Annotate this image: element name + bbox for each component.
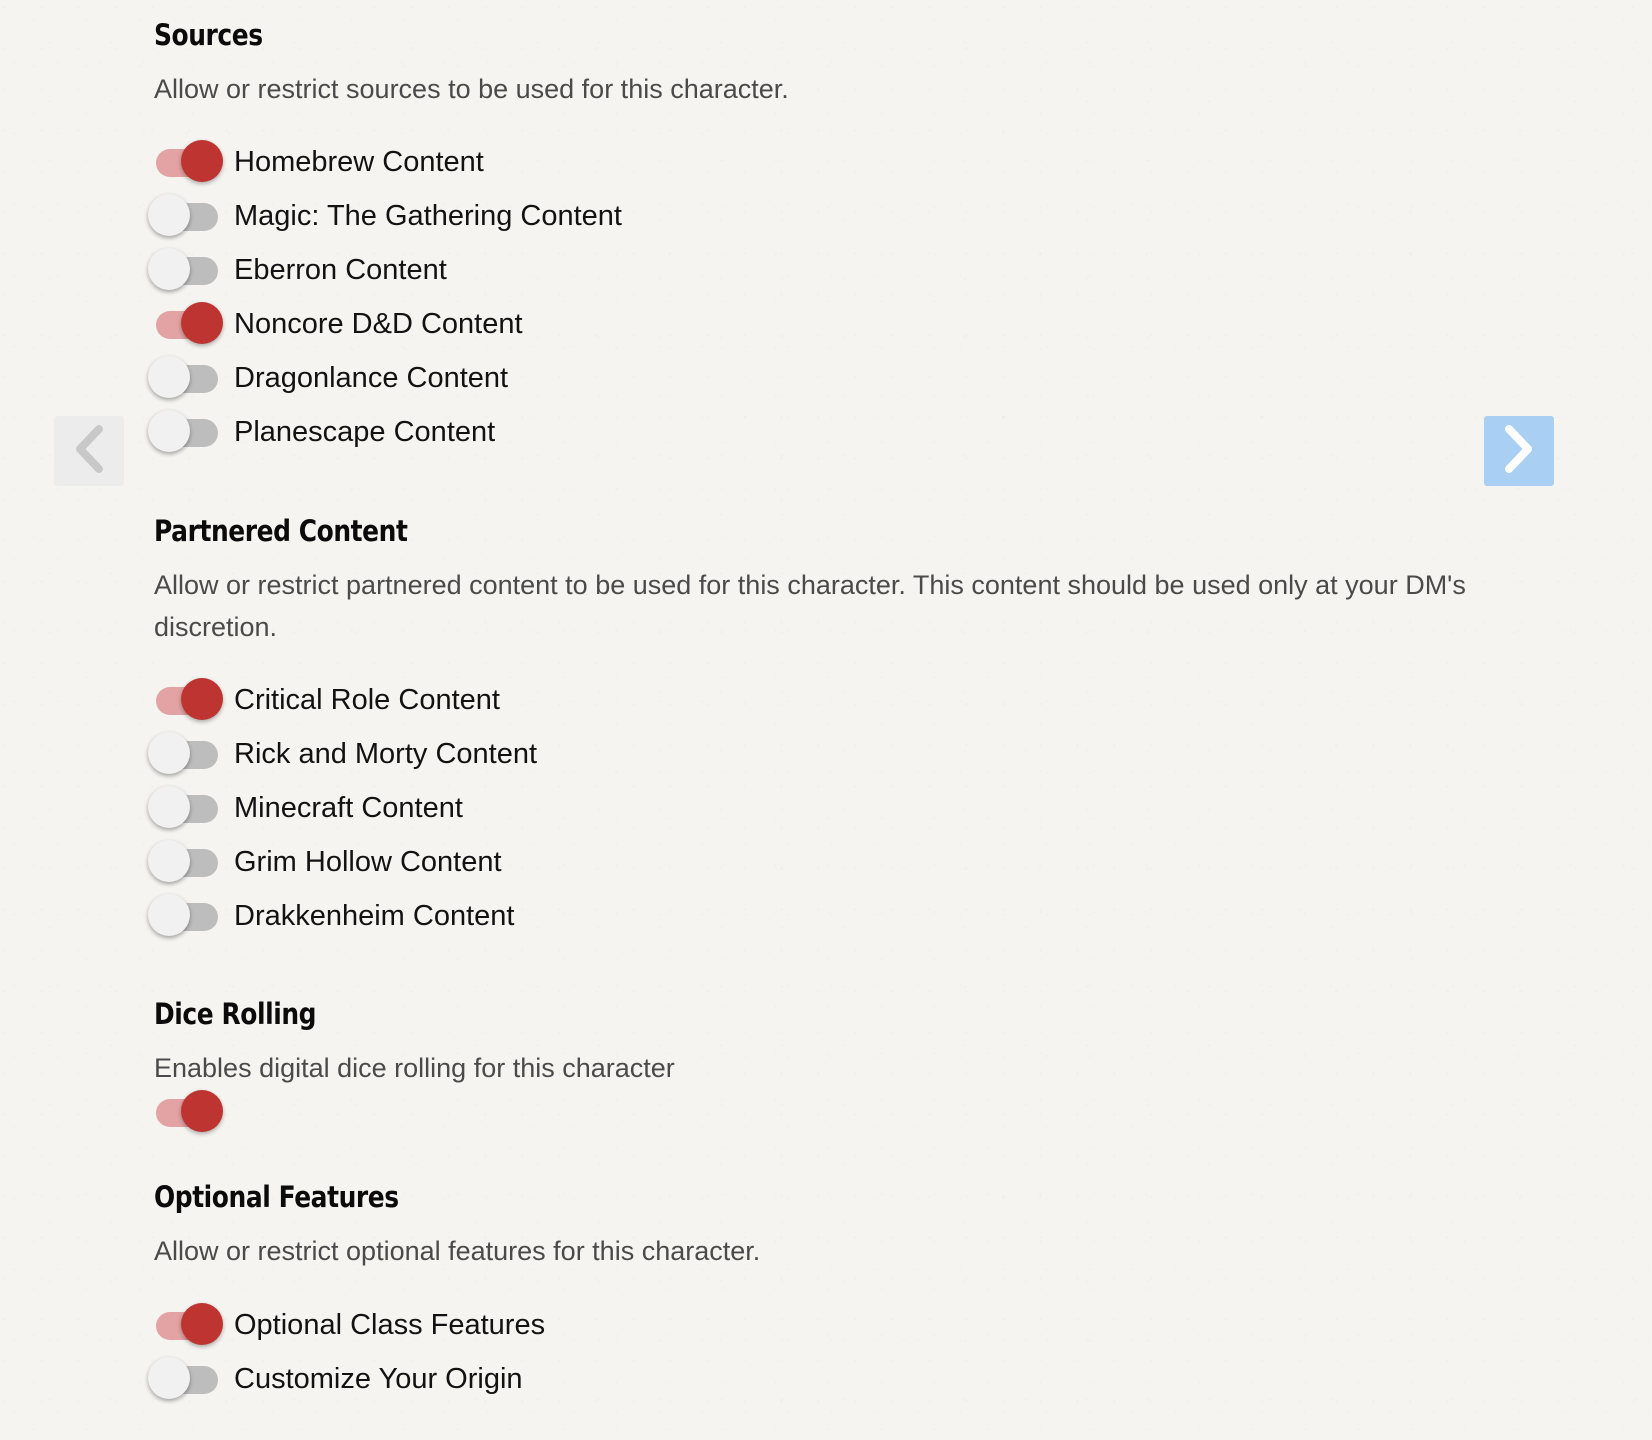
toggle-switch[interactable] <box>148 1356 220 1402</box>
toggle-label: Dragonlance Content <box>234 361 509 394</box>
toggle-row-critical-role[interactable]: Critical Role Content <box>154 675 500 725</box>
toggle-switch[interactable] <box>148 193 220 239</box>
toggle-label: Grim Hollow Content <box>234 845 502 878</box>
dice-rolling-title: Dice Rolling <box>154 997 317 1031</box>
toggle-row-minecraft[interactable]: Minecraft Content <box>148 783 463 833</box>
toggle-switch[interactable] <box>148 409 220 455</box>
toggle-row-homebrew[interactable]: Homebrew Content <box>154 137 484 187</box>
toggle-switch[interactable] <box>154 1302 223 1348</box>
optional-features-title: Optional Features <box>154 1180 399 1214</box>
toggle-row-drakkenheim[interactable]: Drakkenheim Content <box>148 891 515 941</box>
toggle-label: Homebrew Content <box>234 145 484 178</box>
toggle-row-planescape[interactable]: Planescape Content <box>148 407 496 457</box>
chevron-left-icon <box>72 424 106 479</box>
toggle-label: Noncore D&D Content <box>234 307 523 340</box>
toggle-switch[interactable] <box>154 677 223 723</box>
toggle-row-rick-morty[interactable]: Rick and Morty Content <box>148 729 538 779</box>
toggle-switch[interactable] <box>148 893 220 939</box>
toggle-switch[interactable] <box>154 301 223 347</box>
previous-page-button[interactable] <box>54 416 124 486</box>
toggle-label: Planescape Content <box>234 415 496 448</box>
sources-description: Allow or restrict sources to be used for… <box>154 74 789 104</box>
toggle-switch[interactable] <box>148 785 220 831</box>
toggle-label: Minecraft Content <box>234 791 463 824</box>
next-page-button[interactable] <box>1484 416 1554 486</box>
toggle-row-eberron[interactable]: Eberron Content <box>148 245 447 295</box>
toggle-switch[interactable] <box>154 139 223 185</box>
toggle-row-customize-origin[interactable]: Customize Your Origin <box>148 1354 523 1404</box>
partnered-description: Allow or restrict partnered content to b… <box>154 570 1466 642</box>
sources-title: Sources <box>154 18 263 52</box>
toggle-row-magic[interactable]: Magic: The Gathering Content <box>148 191 622 241</box>
toggle-label: Rick and Morty Content <box>234 737 538 770</box>
toggle-label: Customize Your Origin <box>234 1362 523 1395</box>
toggle-switch[interactable] <box>148 247 220 293</box>
toggle-switch[interactable] <box>148 731 220 777</box>
toggle-row-noncore[interactable]: Noncore D&D Content <box>154 299 523 349</box>
toggle-label: Optional Class Features <box>234 1308 546 1341</box>
toggle-row-dragonlance[interactable]: Dragonlance Content <box>148 353 509 403</box>
toggle-label: Drakkenheim Content <box>234 899 515 932</box>
optional-features-description: Allow or restrict optional features for … <box>154 1236 761 1266</box>
toggle-label: Eberron Content <box>234 253 447 286</box>
toggle-row-optional-class-features[interactable]: Optional Class Features <box>154 1300 545 1350</box>
dice-rolling-toggle[interactable] <box>154 1089 223 1135</box>
toggle-row-dice-rolling[interactable] <box>154 1087 223 1137</box>
partnered-title: Partnered Content <box>154 514 408 548</box>
toggle-switch[interactable] <box>148 839 220 885</box>
toggle-label: Critical Role Content <box>234 683 500 716</box>
toggle-row-grim-hollow[interactable]: Grim Hollow Content <box>148 837 502 887</box>
dice-rolling-description: Enables digital dice rolling for this ch… <box>154 1053 675 1083</box>
toggle-label: Magic: The Gathering Content <box>234 199 622 232</box>
chevron-right-icon <box>1502 424 1536 479</box>
toggle-switch[interactable] <box>148 355 220 401</box>
